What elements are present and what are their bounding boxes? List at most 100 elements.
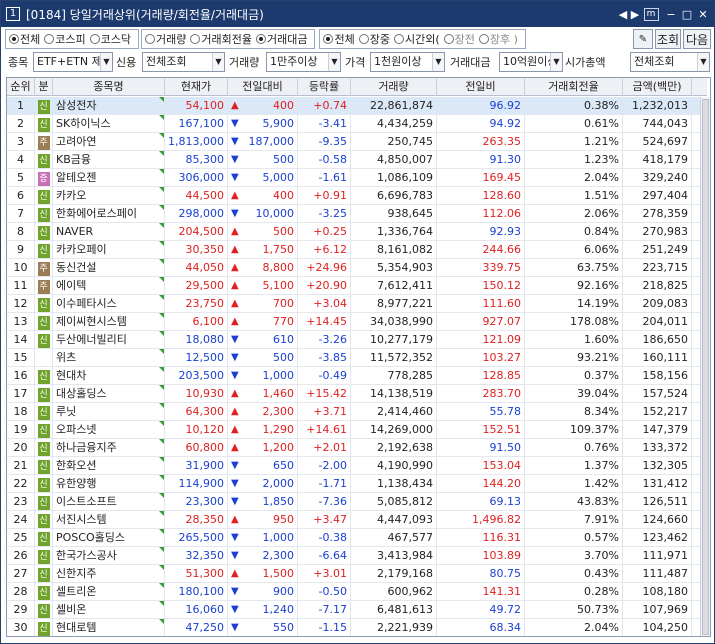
column-header-4[interactable]: 전일대비 xyxy=(228,78,298,96)
maximize-icon[interactable]: □ xyxy=(680,6,694,22)
table-row[interactable]: 27 신 신한지주 51,300 ▲ 1,500 +3.01 2,179,168 80.75 0.… xyxy=(7,565,700,583)
sort-radio-2[interactable]: 거래대금 xyxy=(255,31,307,47)
setting-icon[interactable]: ✎ xyxy=(633,29,653,49)
scroll-thumb[interactable] xyxy=(702,99,709,635)
stock-name-cell[interactable]: 셀트리온 xyxy=(53,583,165,601)
table-row[interactable]: 1 신 삼성전자 54,100 ▲ 400 +0.74 22,861,874 96.92 0.38… xyxy=(7,97,700,115)
table-row[interactable]: 11 주 에이텍 29,500 ▲ 5,100 +20.90 7,612,411 150.12 9… xyxy=(7,277,700,295)
stock-name-cell[interactable]: 신한지주 xyxy=(53,565,165,583)
table-row[interactable]: 7 신 한화에어로스페이 298,000 ▼ 10,000 -3.25 938,645 112.… xyxy=(7,205,700,223)
market-radio-2[interactable]: 코스닥 xyxy=(89,31,131,47)
arrow-icon[interactable]: ◀ ▶ xyxy=(618,6,640,22)
vertical-scrollbar[interactable] xyxy=(700,97,710,636)
stock-name-cell[interactable]: 서진시스템 xyxy=(53,511,165,529)
market-radio-0[interactable]: 전체 xyxy=(9,31,40,47)
session-radio-1[interactable]: 장중 xyxy=(358,31,390,47)
table-row[interactable]: 20 신 하나금융지주 60,800 ▲ 1,200 +2.01 2,192,638 91.50… xyxy=(7,439,700,457)
column-header-7[interactable]: 전일비 xyxy=(437,78,525,96)
table-row[interactable]: 18 신 루닛 64,300 ▲ 2,300 +3.71 2,414,460 55.78 8.34… xyxy=(7,403,700,421)
stock-name-cell[interactable]: 한국가스공사 xyxy=(53,547,165,565)
credit-select[interactable]: 전체조회 ▼ xyxy=(142,52,225,72)
stock-name-cell[interactable]: 한화에어로스페이 xyxy=(53,205,165,223)
close-icon[interactable]: ✕ xyxy=(696,6,710,22)
column-header-8[interactable]: 거래회전율 xyxy=(525,78,623,96)
stock-name-cell[interactable]: 알테오젠 xyxy=(53,169,165,187)
table-row[interactable]: 13 신 제이씨현시스템 6,100 ▲ 770 +14.45 34,038,990 927.0… xyxy=(7,313,700,331)
stock-name-cell[interactable]: 대상홀딩스 xyxy=(53,385,165,403)
stock-name-cell[interactable]: 현대로템 xyxy=(53,619,165,636)
table-row[interactable]: 15 위츠 12,500 ▼ 500 -3.85 11,572,352 103.27 93.21… xyxy=(7,349,700,367)
sort-radio-1[interactable]: 거래회전율 xyxy=(190,31,252,47)
pin-icon[interactable]: m xyxy=(641,6,661,22)
stock-name-cell[interactable]: 카카오 xyxy=(53,187,165,205)
column-header-2[interactable]: 종목명 xyxy=(53,78,165,96)
stock-select[interactable]: ETF+ETN 제 ▼ xyxy=(33,52,113,72)
stock-name-cell[interactable]: 제이씨현시스템 xyxy=(53,313,165,331)
table-row[interactable]: 24 신 서진시스템 28,350 ▲ 950 +3.47 4,447,093 1,496.82… xyxy=(7,511,700,529)
next-button[interactable]: 다음 xyxy=(683,29,711,49)
column-header-3[interactable]: 현재가 xyxy=(165,78,228,96)
table-row[interactable]: 30 신 현대로템 47,250 ▼ 550 -1.15 2,221,939 68.34 2.04… xyxy=(7,619,700,636)
session-radio-4[interactable]: 장후 ) xyxy=(478,31,518,47)
session-radio-2[interactable]: 시간외( xyxy=(393,31,440,47)
table-row[interactable]: 8 신 NAVER 204,500 ▲ 500 +0.25 1,336,764 92.93 0.8… xyxy=(7,223,700,241)
column-header-9[interactable]: 금액(백만) xyxy=(623,78,692,96)
table-row[interactable]: 4 신 KB금융 85,300 ▼ 500 -0.58 4,850,007 91.30 1.23%… xyxy=(7,151,700,169)
stock-name-cell[interactable]: 위츠 xyxy=(53,349,165,367)
column-header-1[interactable]: 분 xyxy=(35,78,53,96)
stock-name-cell[interactable]: 이수페타시스 xyxy=(53,295,165,313)
volume-select[interactable]: 1만주이상 ▼ xyxy=(266,52,341,72)
rank-cell: 20 xyxy=(7,439,35,457)
stock-name-cell[interactable]: SK하이닉스 xyxy=(53,115,165,133)
table-row[interactable]: 21 신 한화오션 31,900 ▼ 650 -2.00 4,190,990 153.04 1.3… xyxy=(7,457,700,475)
stock-name-cell[interactable]: 셀비온 xyxy=(53,601,165,619)
table-row[interactable]: 26 신 한국가스공사 32,350 ▼ 2,300 -6.64 3,413,984 103.8… xyxy=(7,547,700,565)
stock-name-cell[interactable]: KB금융 xyxy=(53,151,165,169)
stock-name-cell[interactable]: 이스트소프트 xyxy=(53,493,165,511)
table-row[interactable]: 9 신 카카오페이 30,350 ▲ 1,750 +6.12 8,161,082 244.66 6… xyxy=(7,241,700,259)
mcap-select[interactable]: 전체조회 ▼ xyxy=(630,52,710,72)
stock-name-cell[interactable]: 루닛 xyxy=(53,403,165,421)
table-row[interactable]: 17 신 대상홀딩스 10,930 ▲ 1,460 +15.42 14,138,519 283.… xyxy=(7,385,700,403)
amount-select[interactable]: 10억원이상 ▼ xyxy=(499,52,563,72)
market-radio-1[interactable]: 코스피 xyxy=(44,31,86,47)
stock-name-cell[interactable]: NAVER xyxy=(53,223,165,241)
stock-name-cell[interactable]: 에이텍 xyxy=(53,277,165,295)
stock-name-cell[interactable]: 동신건설 xyxy=(53,259,165,277)
stock-name-cell[interactable]: POSCO홀딩스 xyxy=(53,529,165,547)
table-row[interactable]: 14 신 두산에너빌리티 18,080 ▼ 610 -3.26 10,277,179 121.0… xyxy=(7,331,700,349)
stock-name-cell[interactable]: 고려아연 xyxy=(53,133,165,151)
stock-name-cell[interactable]: 한화오션 xyxy=(53,457,165,475)
session-radio-3[interactable]: 장전 xyxy=(443,31,475,47)
table-row[interactable]: 10 주 동신건설 44,050 ▲ 8,800 +24.96 5,354,903 339.75… xyxy=(7,259,700,277)
minimize-icon[interactable]: − xyxy=(664,6,678,22)
stock-name-cell[interactable]: 현대차 xyxy=(53,367,165,385)
stock-name-cell[interactable]: 오파스넷 xyxy=(53,421,165,439)
stock-name-cell[interactable]: 삼성전자 xyxy=(53,97,165,115)
table-row[interactable]: 29 신 셀비온 16,060 ▼ 1,240 -7.17 6,481,613 49.72 50.… xyxy=(7,601,700,619)
table-row[interactable]: 12 신 이수페타시스 23,750 ▲ 700 +3.04 8,977,221 111.60 1… xyxy=(7,295,700,313)
table-row[interactable]: 22 신 유한양행 114,900 ▼ 2,000 -1.71 1,138,434 144.20… xyxy=(7,475,700,493)
table-row[interactable]: 6 신 카카오 44,500 ▲ 400 +0.91 6,696,783 128.60 1.51%… xyxy=(7,187,700,205)
market-badge: 신 xyxy=(37,478,50,492)
table-row[interactable]: 3 주 고려아연 1,813,000 ▼ 187,000 -9.35 250,745 263.3… xyxy=(7,133,700,151)
change-value: 2,300 xyxy=(262,405,295,418)
session-radio-0[interactable]: 전체 xyxy=(323,31,355,47)
table-row[interactable]: 28 신 셀트리온 180,100 ▼ 900 -0.50 600,962 141.31 0.28… xyxy=(7,583,700,601)
table-row[interactable]: 5 증 알테오젠 306,000 ▼ 5,000 -1.61 1,086,109 169.45 2… xyxy=(7,169,700,187)
column-header-0[interactable]: 순위 xyxy=(7,78,35,96)
query-button[interactable]: 조회 xyxy=(655,29,681,49)
stock-name-cell[interactable]: 카카오페이 xyxy=(53,241,165,259)
table-row[interactable]: 19 신 오파스넷 10,120 ▲ 1,290 +14.61 14,269,000 152.5… xyxy=(7,421,700,439)
price-select[interactable]: 1천원이상 ▼ xyxy=(370,52,445,72)
table-row[interactable]: 25 신 POSCO홀딩스 265,500 ▼ 1,000 -0.38 467,577 116.… xyxy=(7,529,700,547)
column-header-6[interactable]: 거래량 xyxy=(351,78,437,96)
column-header-5[interactable]: 등락률 xyxy=(298,78,351,96)
stock-name-cell[interactable]: 하나금융지주 xyxy=(53,439,165,457)
stock-name-cell[interactable]: 두산에너빌리티 xyxy=(53,331,165,349)
table-row[interactable]: 23 신 이스트소프트 23,300 ▼ 1,850 -7.36 5,085,812 69.13… xyxy=(7,493,700,511)
stock-name-cell[interactable]: 유한양행 xyxy=(53,475,165,493)
table-row[interactable]: 16 신 현대차 203,500 ▼ 1,000 -0.49 778,285 128.85 0.3… xyxy=(7,367,700,385)
sort-radio-0[interactable]: 거래량 xyxy=(145,31,186,47)
table-row[interactable]: 2 신 SK하이닉스 167,100 ▼ 5,900 -3.41 4,434,259 94.92… xyxy=(7,115,700,133)
